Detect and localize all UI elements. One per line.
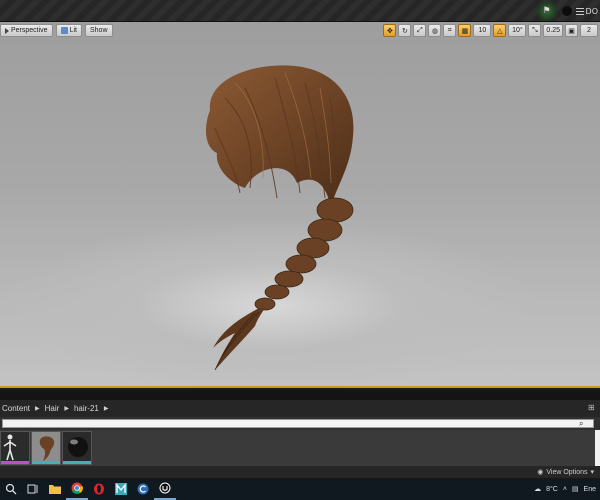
chevron-down-icon: ▾ bbox=[590, 469, 594, 476]
system-tray: ☁ 8°C ˄ ▤ Ene bbox=[534, 478, 596, 500]
view-mode-button[interactable]: Lit bbox=[55, 24, 82, 37]
docs-label: DO bbox=[585, 6, 598, 16]
opera-icon[interactable] bbox=[88, 478, 110, 500]
hair-icon bbox=[32, 432, 60, 463]
editor-toolbar-right: ⚑ DO bbox=[535, 0, 600, 22]
maya-icon[interactable] bbox=[110, 478, 132, 500]
asset-thumbnail-hair[interactable] bbox=[31, 431, 61, 465]
world-space-icon[interactable]: ◍ bbox=[428, 24, 442, 37]
source-control-icon[interactable]: ⚑ bbox=[535, 1, 558, 21]
breadcrumb-hair[interactable]: Hair bbox=[45, 404, 60, 413]
grid-snap-icon[interactable]: ▦ bbox=[458, 24, 472, 37]
chrome-icon[interactable] bbox=[66, 478, 88, 500]
app-c-icon[interactable] bbox=[132, 478, 154, 500]
scale-tool-icon[interactable]: ⤢ bbox=[413, 24, 427, 37]
scale-snap-icon[interactable]: ⤡ bbox=[528, 24, 542, 37]
breadcrumb: Content ▶ Hair ▶ hair-21 ▶ ⊞ bbox=[0, 400, 600, 417]
scale-snap-value[interactable]: 0.25 bbox=[543, 24, 563, 37]
translate-tool-icon[interactable]: ✥ bbox=[383, 24, 397, 37]
camera-speed-value[interactable]: 2 bbox=[580, 24, 598, 37]
mannequin-icon bbox=[3, 434, 17, 461]
weather-temperature[interactable]: 8°C bbox=[546, 486, 558, 493]
level-viewport[interactable]: Perspective Lit Show ✥ ↻ ⤢ ◍ ⌗ ▦ 10 △ 10… bbox=[0, 22, 600, 388]
show-label: Show bbox=[89, 27, 108, 34]
viewport-left-toolbar: Perspective Lit Show bbox=[0, 24, 113, 37]
docs-button[interactable]: DO bbox=[575, 3, 598, 19]
perspective-label: Perspective bbox=[11, 27, 48, 34]
asset-scrollbar[interactable] bbox=[595, 430, 600, 466]
search-row: ⌕ bbox=[0, 417, 600, 430]
view-options-button[interactable]: ◉ View Options ▾ bbox=[537, 468, 594, 477]
grid-snap-value[interactable]: 10 bbox=[473, 24, 492, 37]
asset-search-input[interactable]: ⌕ bbox=[2, 419, 594, 428]
status-dot-icon bbox=[561, 6, 572, 16]
rotation-snap-value[interactable]: 10° bbox=[508, 24, 527, 37]
content-browser-header-bar bbox=[0, 390, 600, 400]
unreal-engine-icon[interactable] bbox=[154, 478, 176, 500]
windows-taskbar: ☁ 8°C ˄ ▤ Ene bbox=[0, 478, 600, 500]
eye-icon: ◉ bbox=[537, 469, 544, 476]
surface-snap-icon[interactable]: ⌗ bbox=[443, 24, 457, 37]
viewport-right-toolbar: ✥ ↻ ⤢ ◍ ⌗ ▦ 10 △ 10° ⤡ 0.25 ▣ 2 bbox=[383, 24, 598, 37]
asset-thumbnail-material[interactable] bbox=[62, 431, 92, 465]
rotate-tool-icon[interactable]: ↻ bbox=[398, 24, 412, 37]
material-sphere-icon bbox=[63, 432, 91, 463]
lit-cube-icon bbox=[60, 27, 68, 34]
show-button[interactable]: Show bbox=[84, 24, 113, 37]
perspective-button[interactable]: Perspective bbox=[0, 24, 53, 37]
lit-label: Lit bbox=[69, 27, 77, 34]
tray-label[interactable]: Ene bbox=[584, 486, 596, 493]
editor-toolbar: ⚑ DO bbox=[0, 0, 600, 22]
network-icon[interactable]: ▤ bbox=[572, 485, 579, 493]
grid-icon bbox=[575, 7, 584, 15]
content-browser-footer: ◉ View Options ▾ bbox=[0, 466, 600, 478]
asset-view bbox=[0, 430, 600, 466]
asset-type-strip bbox=[32, 461, 60, 464]
search-icon[interactable]: ⌕ bbox=[579, 419, 588, 428]
chevron-up-icon[interactable]: ˄ bbox=[563, 486, 567, 493]
lock-icon[interactable]: ⊞ bbox=[588, 403, 598, 413]
breadcrumb-content[interactable]: Content bbox=[2, 404, 30, 413]
camera-speed-icon[interactable]: ▣ bbox=[565, 24, 578, 37]
breadcrumb-arrow-icon[interactable]: ▶ bbox=[64, 405, 69, 412]
task-view-icon[interactable] bbox=[22, 478, 44, 500]
breadcrumb-arrow-icon[interactable]: ▶ bbox=[35, 405, 40, 412]
breadcrumb-hair-21[interactable]: hair-21 bbox=[74, 404, 99, 413]
asset-thumbnail-mannequin[interactable] bbox=[0, 431, 30, 465]
play-triangle-icon bbox=[5, 27, 9, 34]
rotation-snap-icon[interactable]: △ bbox=[493, 24, 507, 37]
asset-type-strip bbox=[63, 461, 91, 464]
weather-icon[interactable]: ☁ bbox=[534, 485, 541, 493]
view-options-label: View Options bbox=[546, 468, 588, 476]
asset-type-strip bbox=[1, 461, 29, 464]
hair-mesh-render[interactable] bbox=[185, 58, 375, 378]
file-explorer-icon[interactable] bbox=[44, 478, 66, 500]
breadcrumb-arrow-icon[interactable]: ▶ bbox=[104, 405, 109, 412]
search-taskbar-icon[interactable] bbox=[0, 478, 22, 500]
